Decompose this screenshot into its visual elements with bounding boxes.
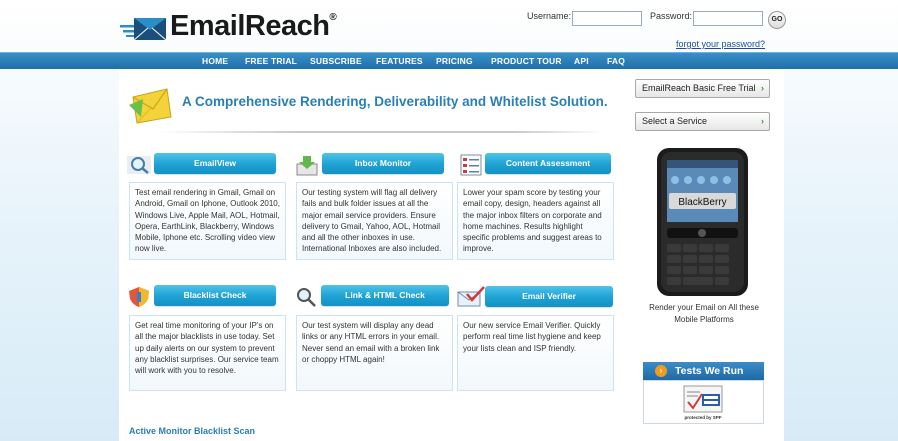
emailreach-logo[interactable]: EmailReach® bbox=[120, 10, 337, 43]
content-assessment-button[interactable]: Content Assessment bbox=[485, 153, 611, 174]
nav-features[interactable]: FEATURES bbox=[376, 56, 423, 66]
divider bbox=[159, 131, 604, 133]
checklist-icon bbox=[460, 154, 482, 176]
arrow-circle-icon: › bbox=[655, 365, 667, 377]
forgot-password-link[interactable]: forgot your password? bbox=[676, 39, 765, 49]
login-go-button[interactable]: GO bbox=[768, 11, 786, 29]
envelope-icon bbox=[129, 88, 172, 124]
inbox-monitor-button[interactable]: Inbox Monitor bbox=[322, 153, 444, 174]
blacklist-check-button[interactable]: Blacklist Check bbox=[154, 285, 276, 306]
password-label: Password: bbox=[650, 11, 693, 21]
nav-product-tour[interactable]: PRODUCT TOUR bbox=[491, 56, 562, 66]
nav-subscribe[interactable]: SUBSCRIBE bbox=[310, 56, 362, 66]
nav-api[interactable]: API bbox=[574, 56, 589, 66]
email-verifier-description: Our new service Email Verifier. Quickly … bbox=[457, 315, 614, 391]
email-verifier-button[interactable]: Email Verifier bbox=[485, 286, 613, 307]
main-navigation: HOME FREE TRIAL SUBSCRIBE FEATURES PRICI… bbox=[0, 52, 898, 69]
email-check-icon bbox=[457, 286, 485, 307]
inbox-monitor-description: Our testing system will flag all deliver… bbox=[296, 182, 453, 260]
password-input[interactable] bbox=[693, 11, 763, 26]
brand-name: EmailReach® bbox=[170, 10, 337, 42]
nav-home[interactable]: HOME bbox=[202, 56, 228, 66]
phone-screen-label: BlackBerry bbox=[678, 197, 726, 208]
free-trial-button[interactable]: EmailReach Basic Free Trial › bbox=[635, 79, 770, 98]
chevron-right-icon: › bbox=[761, 83, 764, 93]
content-assessment-description: Lower your spam score by testing your em… bbox=[457, 182, 614, 260]
nav-pricing[interactable]: PRICING bbox=[436, 56, 473, 66]
nav-faq[interactable]: FAQ bbox=[607, 56, 625, 66]
chevron-right-icon: › bbox=[761, 116, 764, 126]
spf-badge-text: protected by SPF bbox=[684, 415, 722, 420]
tests-we-run-header[interactable]: › Tests We Run bbox=[643, 362, 764, 380]
username-input[interactable] bbox=[572, 11, 642, 26]
magnifier-icon bbox=[127, 156, 151, 174]
mobile-platforms-caption: Render your Email on All these Mobile Pl… bbox=[649, 303, 759, 324]
shield-icon bbox=[129, 287, 149, 307]
envelope-logo-icon bbox=[120, 17, 167, 40]
tests-we-run-panel[interactable]: › Tests We Run protected by SPF bbox=[643, 362, 764, 424]
blacklist-check-description: Get real time monitoring of your IP's on… bbox=[129, 315, 286, 391]
nav-free-trial[interactable]: FREE TRIAL bbox=[245, 56, 297, 66]
inbox-download-icon bbox=[296, 156, 318, 176]
site-header: EmailReach® Username: Password: GO forgo… bbox=[0, 0, 898, 52]
emailview-description: Test email rendering in Gmail, Gmail on … bbox=[129, 182, 286, 260]
magnifier-icon bbox=[297, 288, 316, 307]
link-html-check-button[interactable]: Link & HTML Check bbox=[321, 285, 449, 306]
active-monitor-heading[interactable]: Active Monitor Blacklist Scan bbox=[129, 426, 255, 436]
link-html-check-description: Our test system will display any dead li… bbox=[296, 315, 453, 391]
username-label: Username: bbox=[527, 11, 572, 21]
tests-we-run-body: protected by SPF bbox=[643, 380, 764, 424]
emailview-button[interactable]: EmailView bbox=[154, 153, 276, 174]
hero-title: A Comprehensive Rendering, Deliverabilit… bbox=[182, 94, 608, 109]
select-service-dropdown[interactable]: Select a Service › bbox=[635, 112, 770, 131]
blackberry-phone-image: BlackBerry bbox=[657, 148, 748, 296]
